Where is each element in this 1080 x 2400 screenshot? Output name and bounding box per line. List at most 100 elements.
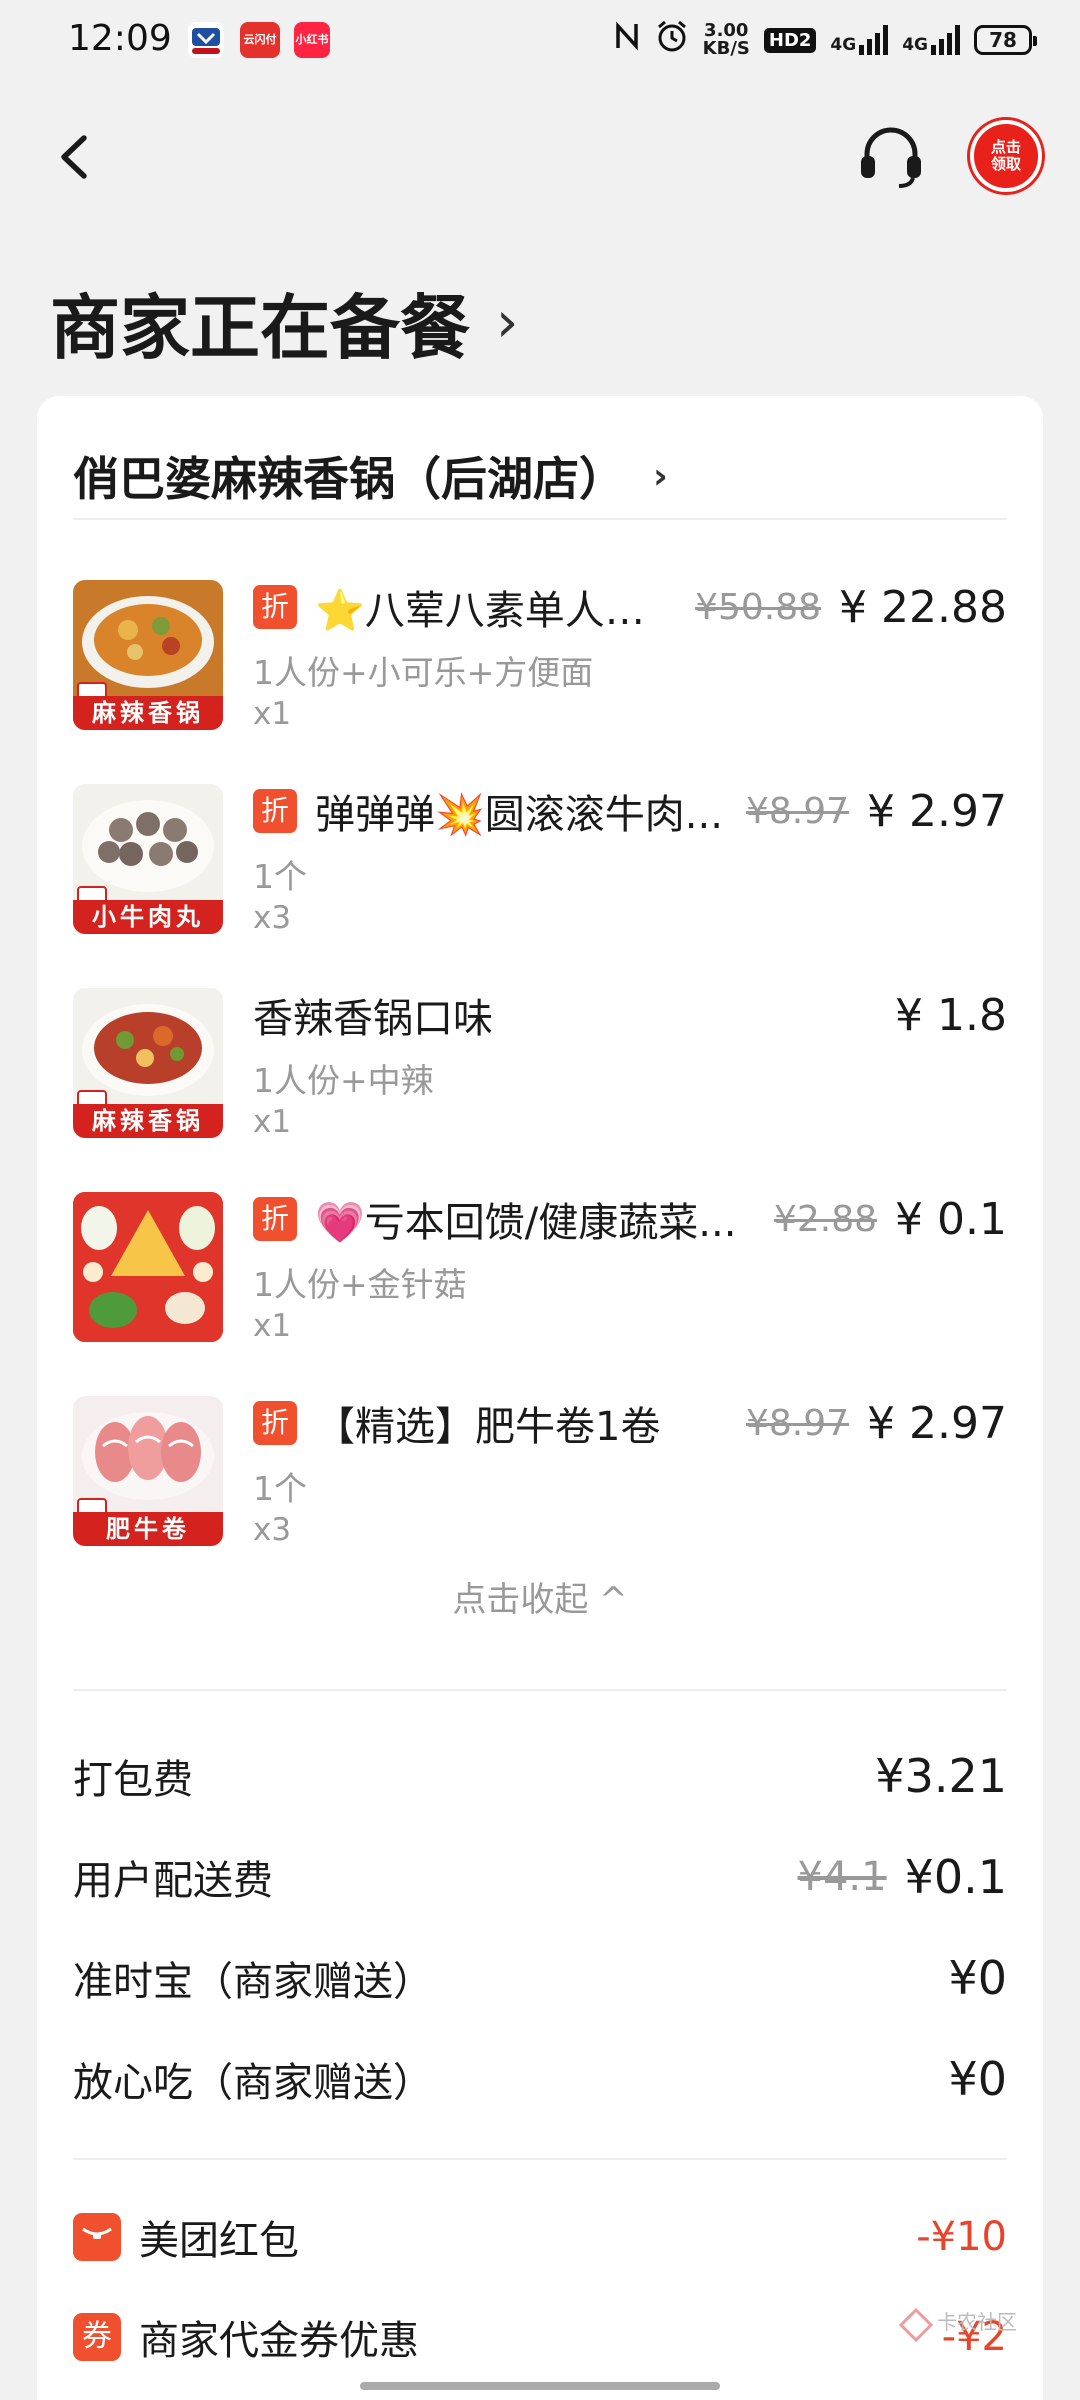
promo-label: 美团红包 [139,2218,299,2264]
red-packet-icon [73,2213,121,2261]
item-title-line: 折 💗亏本回馈/健康蔬菜... ¥2.88 ¥ 0.1 [253,1192,1007,1246]
signal-2: 4G [902,25,960,55]
fee-value: ¥0 [948,2052,1007,2106]
watermark-text: 卡农社区 [937,2310,1017,2334]
status-bar: 12:09 云闪付 小红书 3.00 KB/S HD2 4G 4G 78 [0,0,1080,80]
item-price: ¥ 2.97 [867,785,1007,837]
item-thumbnail: 肥牛卷 [73,1396,223,1546]
divider [73,1689,1007,1691]
order-status-title[interactable]: 商家正在备餐 › [50,272,518,373]
back-button[interactable] [46,122,106,192]
promo-row-red-packet[interactable]: 美团红包 -¥10 [73,2207,1007,2267]
promo-value: -¥10 [916,2214,1007,2260]
order-item[interactable]: 折 💗亏本回馈/健康蔬菜... ¥2.88 ¥ 0.1 1人份+金针菇 x1 [73,1192,1007,1362]
item-spec: 1人份+小可乐+方便面 [253,653,594,692]
back-arrow-icon [61,135,87,179]
item-title-line: 折 弹弹弹💥圆滚滚牛肉... ¥8.97 ¥ 2.97 [253,784,1007,838]
thumb-label: 麻辣香锅 [73,696,223,730]
divider [73,2158,1007,2160]
alarm-icon [655,19,689,61]
item-name: ⭐八荤八素单人餐... [315,588,682,634]
fee-value: ¥0 [948,1951,1007,2005]
fee-label: 用户配送费 [73,1858,273,1904]
item-quantity: x1 [253,1308,292,1344]
hd-badge: HD2 [763,27,817,53]
item-quantity: x3 [253,900,292,936]
item-name: 弹弹弹💥圆滚滚牛肉... [315,792,723,838]
discount-tag: 折 [253,1197,297,1241]
signal-bars-icon [859,25,889,55]
original-price: ¥8.97 [745,1402,850,1444]
shop-name: 俏巴婆麻辣香锅（后湖店） [73,452,625,506]
item-info: 折 ⭐八荤八素单人餐... ¥50.88 ¥ 22.88 1人份+小可乐+方便面… [253,580,1007,732]
order-card: 俏巴婆麻辣香锅（后湖店） › 麻辣香锅 折 ⭐八荤八素单人餐... ¥50.88… [37,396,1043,2400]
item-thumbnail: 麻辣香锅 [73,988,223,1138]
signal-2-label: 4G [902,35,928,55]
discount-tag: 折 [253,1401,297,1445]
item-spec: 1人份+中辣 [253,1061,434,1100]
item-quantity: x1 [253,1104,292,1140]
signal-1: 4G [830,25,889,55]
voucher-icon: 券 [73,2313,121,2361]
discount-tag: 折 [253,585,297,629]
signal-1-label: 4G [830,35,857,55]
fee-row-delivery[interactable]: 用户配送费 ¥4.1 ¥0.1 [73,1847,1007,1907]
item-price: ¥ 22.88 [839,581,1007,633]
item-quantity: x3 [253,1512,292,1548]
item-info: 折 💗亏本回馈/健康蔬菜... ¥2.88 ¥ 0.1 1人份+金针菇 x1 [253,1192,1007,1344]
watermark-logo-icon [898,2307,934,2343]
fee-label: 打包费 [73,1757,193,1803]
fee-label: 放心吃（商家赠送） [73,2060,433,2106]
net-speed: 3.00 KB/S [702,20,750,59]
original-price: ¥8.97 [745,790,850,832]
home-indicator[interactable] [360,2382,720,2390]
thumb-label: 小牛肉丸 [73,900,223,934]
food-image [73,1192,223,1342]
order-item[interactable]: 小牛肉丸 折 弹弹弹💥圆滚滚牛肉... ¥8.97 ¥ 2.97 1个 x3 [73,784,1007,954]
item-info: 香辣香锅口味 ¥ 1.8 1人份+中辣 x1 [253,988,1007,1141]
item-title-line: 折 【精选】肥牛卷1卷 ¥8.97 ¥ 2.97 [253,1396,1007,1450]
divider [73,518,1007,520]
item-spec: 1个 [253,1469,307,1508]
collapse-items-button[interactable]: 点击收起 ^ [37,1572,1043,1621]
app-icon-2: 云闪付 [240,22,280,58]
chevron-right-icon: › [496,290,519,355]
original-price: ¥2.88 [773,1198,878,1240]
order-item[interactable]: 肥牛卷 折 【精选】肥牛卷1卷 ¥8.97 ¥ 2.97 1个 x3 [73,1396,1007,1566]
item-spec: 1个 [253,857,307,896]
fee-label: 准时宝（商家赠送） [73,1959,433,2005]
order-item[interactable]: 麻辣香锅 折 ⭐八荤八素单人餐... ¥50.88 ¥ 22.88 1人份+小可… [73,580,1007,750]
item-spec: 1人份+金针菇 [253,1265,467,1304]
battery-icon: 78 [974,25,1037,55]
claim-coupon-button[interactable]: 点击 领取 [970,120,1042,192]
thumb-label: 肥牛卷 [73,1512,223,1546]
thumb-label: 麻辣香锅 [73,1104,223,1138]
shop-name-row[interactable]: 俏巴婆麻辣香锅（后湖店） › [73,426,668,526]
item-price: ¥ 1.8 [895,989,1007,1041]
item-title-line: 折 ⭐八荤八素单人餐... ¥50.88 ¥ 22.88 [253,580,1007,634]
item-title-line: 香辣香锅口味 ¥ 1.8 [253,988,1007,1043]
item-thumbnail: 麻辣香锅 [73,580,223,730]
fee-row-ontime-guarantee[interactable]: 准时宝（商家赠送） ¥0 [73,1948,1007,2008]
fee-row-food-safety[interactable]: 放心吃（商家赠送） ¥0 [73,2049,1007,2109]
item-quantity: x1 [253,696,292,732]
nfc-icon [613,20,641,60]
item-name: 香辣香锅口味 [253,996,493,1042]
promo-row-merchant-voucher[interactable]: 券 商家代金券优惠 -¥2 [73,2307,1007,2367]
item-price: ¥ 2.97 [867,1397,1007,1449]
original-price: ¥50.88 [695,586,822,628]
order-status-text: 商家正在备餐 [50,287,470,369]
signal-bars-icon [931,25,960,55]
item-info: 折 弹弹弹💥圆滚滚牛肉... ¥8.97 ¥ 2.97 1个 x3 [253,784,1007,936]
item-thumbnail: 小牛肉丸 [73,784,223,934]
item-info: 折 【精选】肥牛卷1卷 ¥8.97 ¥ 2.97 1个 x3 [253,1396,1007,1548]
order-item[interactable]: 麻辣香锅 香辣香锅口味 ¥ 1.8 1人份+中辣 x1 [73,988,1007,1158]
customer-service-button[interactable] [855,122,927,192]
app-icon-1 [188,22,224,58]
headset-icon [861,127,921,188]
fee-value-group: ¥4.1 ¥0.1 [798,1850,1007,1904]
fee-original: ¥4.1 [797,1854,887,1900]
fee-row-packing: 打包费 ¥3.21 [73,1746,1007,1806]
promo-label: 商家代金券优惠 [139,2318,419,2364]
item-price: ¥ 0.1 [895,1193,1007,1245]
